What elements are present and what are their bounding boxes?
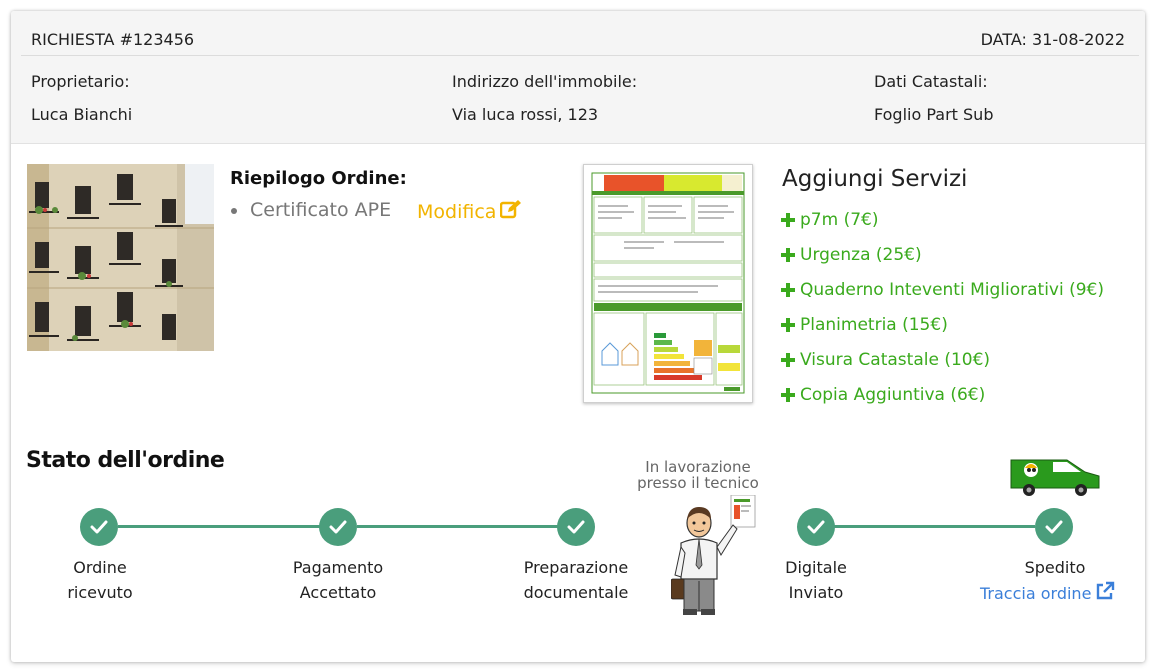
plus-icon bbox=[780, 212, 796, 228]
cadastral-value: Foglio Part Sub bbox=[874, 105, 994, 124]
owner-label: Proprietario: bbox=[31, 72, 130, 91]
plus-icon bbox=[780, 387, 796, 403]
plus-icon bbox=[780, 352, 796, 368]
property-photo bbox=[27, 164, 214, 351]
order-card: RICHIESTA #123456 DATA: 31-08-2022 Propr… bbox=[11, 11, 1145, 662]
progress-line bbox=[833, 525, 1035, 528]
step-line1: Spedito bbox=[1024, 558, 1086, 577]
service-visura[interactable]: Visura Catastale (10€) bbox=[780, 350, 990, 370]
step-check-icon bbox=[1035, 508, 1073, 546]
plus-icon bbox=[780, 317, 796, 333]
step-line1: Ordine bbox=[73, 558, 127, 577]
step-label-spedito: Spedito bbox=[995, 555, 1115, 580]
order-header: RICHIESTA #123456 DATA: 31-08-2022 Propr… bbox=[11, 11, 1145, 144]
track-order-link[interactable]: Traccia ordine bbox=[980, 581, 1115, 605]
service-label: Visura Catastale (10€) bbox=[800, 350, 991, 370]
progress-line bbox=[118, 525, 325, 528]
header-divider bbox=[21, 55, 1139, 56]
edit-icon bbox=[500, 199, 522, 224]
step-line1: Digitale bbox=[785, 558, 847, 577]
in-progress-line1: In lavorazione bbox=[645, 458, 751, 476]
ape-certificate-preview[interactable] bbox=[583, 164, 753, 403]
step-line2: Inviato bbox=[788, 583, 844, 602]
step-label-digitale: Digitale Inviato bbox=[757, 555, 875, 605]
service-p7m[interactable]: p7m (7€) bbox=[780, 210, 878, 230]
step-label-pagamento: Pagamento Accettato bbox=[278, 555, 398, 605]
edit-order-link[interactable]: Modifica bbox=[417, 199, 522, 224]
step-check-icon bbox=[557, 508, 595, 546]
status-title: Stato dell'ordine bbox=[26, 448, 225, 473]
step-line2: Accettato bbox=[299, 583, 377, 602]
address-label: Indirizzo dell'immobile: bbox=[452, 72, 638, 91]
service-label: Planimetria (15€) bbox=[800, 315, 948, 335]
track-label: Traccia ordine bbox=[980, 583, 1092, 603]
summary-item: Certificato APE bbox=[250, 199, 392, 221]
in-progress-caption: In lavorazione presso il tecnico bbox=[623, 459, 773, 491]
step-line1: Preparazione bbox=[523, 558, 629, 577]
request-number: RICHIESTA #123456 bbox=[31, 30, 195, 49]
step-check-icon bbox=[319, 508, 357, 546]
service-label: Urgenza (25€) bbox=[800, 245, 922, 265]
service-planimetria[interactable]: Planimetria (15€) bbox=[780, 315, 948, 335]
step-check-icon bbox=[797, 508, 835, 546]
service-label: p7m (7€) bbox=[800, 210, 879, 230]
delivery-van-icon bbox=[1007, 454, 1103, 498]
service-quaderno[interactable]: Quaderno Inteventi Migliorativi (9€) bbox=[780, 280, 1104, 300]
owner-value: Luca Bianchi bbox=[31, 105, 133, 124]
cadastral-label: Dati Catastali: bbox=[874, 72, 988, 91]
step-label-preparazione: Preparazione documentale bbox=[511, 555, 641, 605]
edit-label: Modifica bbox=[417, 200, 497, 223]
step-line2: documentale bbox=[523, 583, 629, 602]
technician-illustration bbox=[670, 494, 761, 617]
plus-icon bbox=[780, 282, 796, 298]
service-copia[interactable]: Copia Aggiuntiva (6€) bbox=[780, 385, 985, 405]
step-line2: ricevuto bbox=[67, 583, 133, 602]
summary-title: Riepilogo Ordine: bbox=[230, 168, 407, 189]
service-label: Copia Aggiuntiva (6€) bbox=[800, 385, 986, 405]
plus-icon bbox=[780, 247, 796, 263]
step-check-icon bbox=[80, 508, 118, 546]
external-link-icon bbox=[1095, 581, 1115, 605]
address-value: Via luca rossi, 123 bbox=[452, 105, 599, 124]
request-date: DATA: 31-08-2022 bbox=[980, 30, 1125, 49]
services-title: Aggiungi Servizi bbox=[782, 166, 968, 192]
step-label-ordine: Ordine ricevuto bbox=[40, 555, 160, 605]
bullet-dot bbox=[231, 208, 237, 214]
in-progress-line2: presso il tecnico bbox=[637, 474, 759, 492]
progress-line bbox=[357, 525, 564, 528]
service-label: Quaderno Inteventi Migliorativi (9€) bbox=[800, 280, 1104, 300]
step-line1: Pagamento bbox=[292, 558, 384, 577]
service-urgenza[interactable]: Urgenza (25€) bbox=[780, 245, 922, 265]
